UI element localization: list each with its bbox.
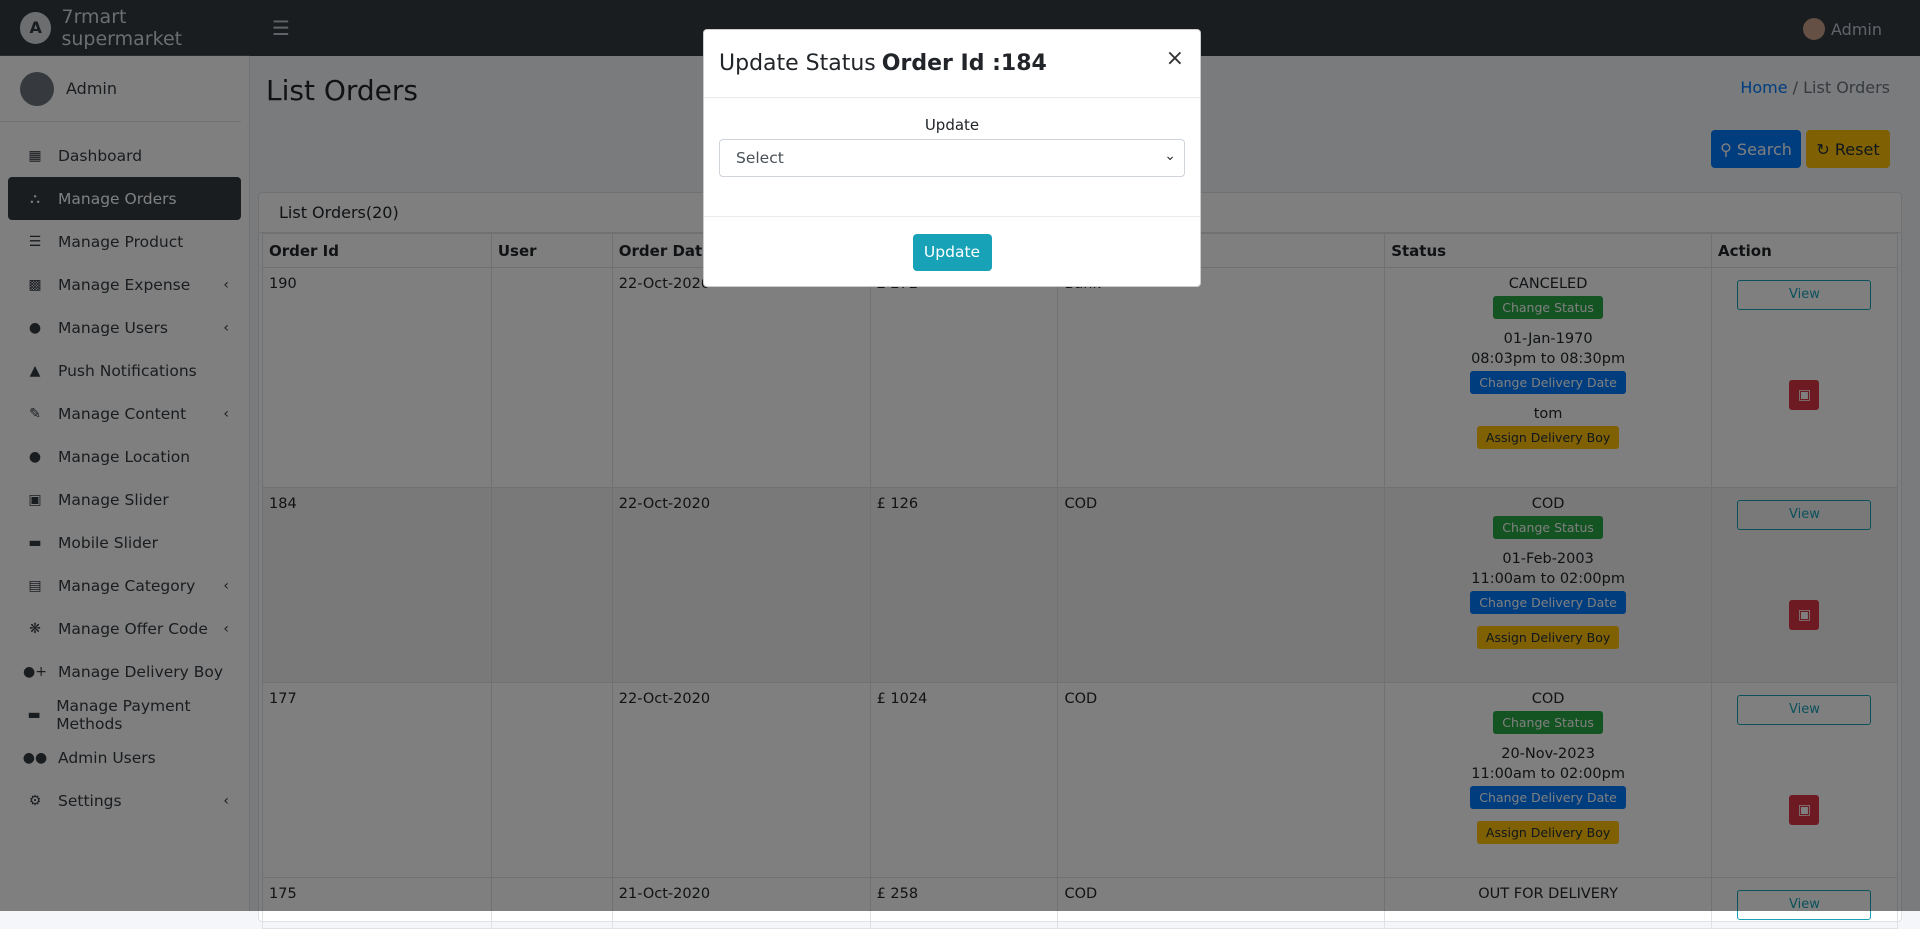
status-select-value: Select xyxy=(736,149,784,167)
modal-body: Update Select ⌄ xyxy=(704,98,1200,217)
modal-title: Update Status xyxy=(719,51,876,76)
update-field-label: Update xyxy=(924,116,980,134)
modal-header: Update Status Order Id :184 xyxy=(704,30,1200,98)
status-select[interactable]: Select ⌄ xyxy=(719,139,1185,177)
chevron-down-icon: ⌄ xyxy=(1164,148,1176,164)
modal-order-id: Order Id :184 xyxy=(881,51,1047,76)
update-button[interactable]: Update xyxy=(912,233,992,271)
close-icon[interactable]: × xyxy=(1166,46,1184,71)
update-status-modal: Update Status Order Id :184 × Update Sel… xyxy=(703,29,1201,287)
modal-footer: Update xyxy=(704,217,1200,287)
